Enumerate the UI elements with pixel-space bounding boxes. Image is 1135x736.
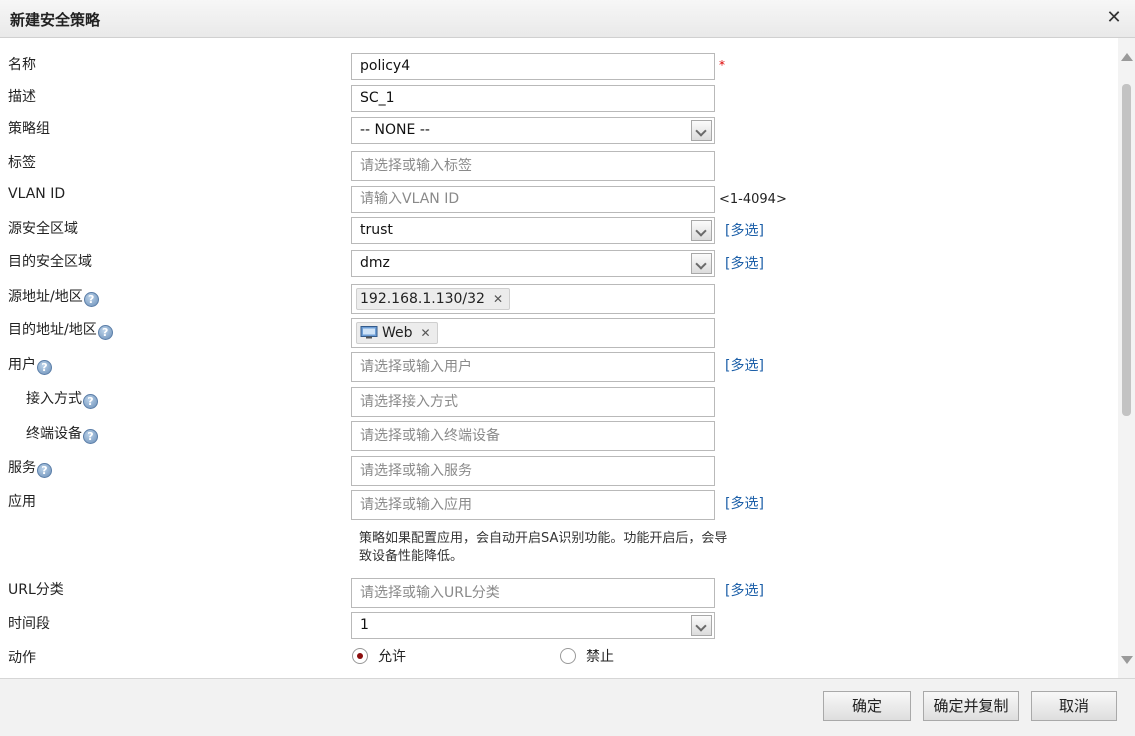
user-label-text: 用户 — [8, 357, 36, 373]
access-mode-label-text: 接入方式 — [26, 391, 82, 407]
src-zone-label: 源安全区域 — [8, 221, 78, 237]
action-deny-option[interactable]: 禁止 — [560, 646, 614, 665]
help-icon[interactable]: ? — [83, 429, 98, 444]
dst-zone-value: dmz — [360, 255, 390, 271]
user-input[interactable]: 请选择或输入用户 — [351, 352, 715, 382]
src-addr-label-text: 源地址/地区 — [8, 289, 83, 305]
time-range-value: 1 — [360, 617, 369, 633]
dst-zone-multi-select-link[interactable]: [多选] — [725, 253, 764, 273]
url-category-label: URL分类 — [8, 582, 64, 598]
url-category-multi-select-link[interactable]: [多选] — [725, 580, 764, 600]
name-label: 名称 — [8, 57, 36, 73]
help-icon[interactable]: ? — [37, 360, 52, 375]
chevron-down-icon[interactable] — [691, 120, 712, 141]
chevron-down-icon[interactable] — [691, 615, 712, 636]
service-input[interactable]: 请选择或输入服务 — [351, 456, 715, 486]
dst-addr-label: 目的地址/地区? — [8, 319, 113, 340]
form-content: 名称 policy4 * 描述 SC_1 策略组 -- NONE -- 标签 请… — [0, 38, 1118, 678]
remove-tag-icon[interactable]: ✕ — [421, 323, 431, 343]
dst-addr-tag-text: Web — [382, 325, 413, 341]
name-input[interactable]: policy4 — [351, 53, 715, 80]
policy-group-label: 策略组 — [8, 121, 50, 137]
chevron-down-icon[interactable] — [691, 253, 712, 274]
dst-addr-tag: Web ✕ — [356, 322, 438, 344]
dst-zone-label: 目的安全区域 — [8, 254, 92, 270]
application-input[interactable]: 请选择或输入应用 — [351, 490, 715, 520]
src-zone-select[interactable]: trust — [351, 217, 715, 244]
action-allow-option[interactable]: 允许 — [352, 646, 406, 665]
policy-group-select[interactable]: -- NONE -- — [351, 117, 715, 144]
scrollbar-thumb[interactable] — [1122, 84, 1131, 416]
src-addr-tag-text: 192.168.1.130/32 — [360, 291, 485, 307]
url-category-input[interactable]: 请选择或输入URL分类 — [351, 578, 715, 608]
help-icon[interactable]: ? — [83, 394, 98, 409]
deny-label: 禁止 — [586, 649, 614, 665]
allow-radio[interactable] — [352, 648, 368, 664]
src-addr-input[interactable]: 192.168.1.130/32 ✕ — [351, 284, 715, 314]
vertical-scrollbar[interactable] — [1118, 38, 1135, 678]
access-mode-label: 接入方式? — [26, 388, 98, 409]
ok-and-copy-button[interactable]: 确定并复制 — [923, 691, 1019, 721]
terminal-label: 终端设备? — [26, 423, 98, 444]
help-icon[interactable]: ? — [83, 292, 99, 307]
cancel-button[interactable]: 取消 — [1031, 691, 1117, 721]
user-multi-select-link[interactable]: [多选] — [725, 355, 764, 375]
src-addr-tag: 192.168.1.130/32 ✕ — [356, 288, 511, 310]
src-zone-multi-select-link[interactable]: [多选] — [725, 220, 764, 240]
required-mark: * — [719, 58, 725, 72]
dst-zone-select[interactable]: dmz — [351, 250, 715, 277]
action-label: 动作 — [8, 650, 36, 666]
vlan-label: VLAN ID — [8, 186, 66, 202]
time-range-label: 时间段 — [8, 616, 50, 632]
vlan-input[interactable]: 请输入VLAN ID — [351, 186, 715, 213]
ok-button[interactable]: 确定 — [823, 691, 911, 721]
terminal-input[interactable]: 请选择或输入终端设备 — [351, 421, 715, 451]
chevron-down-icon[interactable] — [691, 220, 712, 241]
dst-addr-input[interactable]: Web ✕ — [351, 318, 715, 348]
time-range-select[interactable]: 1 — [351, 612, 715, 639]
new-security-policy-dialog: 新建安全策略 ✕ 名称 policy4 * 描述 SC_1 策略组 -- NON… — [0, 0, 1135, 736]
access-mode-input[interactable]: 请选择接入方式 — [351, 387, 715, 417]
dst-addr-label-text: 目的地址/地区 — [8, 322, 97, 338]
terminal-label-text: 终端设备 — [26, 426, 82, 442]
tags-input[interactable]: 请选择或输入标签 — [351, 151, 715, 181]
scroll-up-arrow-icon[interactable] — [1121, 53, 1133, 61]
remove-tag-icon[interactable]: ✕ — [493, 289, 503, 309]
user-label: 用户? — [8, 354, 52, 375]
help-icon[interactable]: ? — [37, 463, 52, 478]
dialog-title: 新建安全策略 — [10, 11, 101, 29]
monitor-icon — [360, 326, 378, 339]
deny-radio[interactable] — [560, 648, 576, 664]
service-label: 服务? — [8, 457, 52, 478]
close-icon[interactable]: ✕ — [1105, 7, 1123, 29]
src-addr-label: 源地址/地区? — [8, 286, 99, 307]
application-note: 策略如果配置应用，会自动开启SA识别功能。功能开启后，会导致设备性能降低。 — [359, 531, 728, 564]
application-multi-select-link[interactable]: [多选] — [725, 493, 764, 513]
tags-label: 标签 — [8, 155, 36, 171]
src-zone-value: trust — [360, 222, 393, 238]
help-icon[interactable]: ? — [97, 325, 113, 340]
description-label: 描述 — [8, 89, 36, 105]
scroll-down-arrow-icon[interactable] — [1121, 656, 1133, 664]
application-label: 应用 — [8, 494, 36, 510]
policy-group-value: -- NONE -- — [360, 122, 430, 138]
service-label-text: 服务 — [8, 460, 36, 476]
vlan-range-hint: <1-4094> — [719, 192, 787, 207]
dialog-footer: 确定 确定并复制 取消 — [0, 678, 1135, 736]
description-input[interactable]: SC_1 — [351, 85, 715, 112]
dialog-titlebar: 新建安全策略 ✕ — [0, 0, 1135, 38]
allow-label: 允许 — [378, 649, 406, 665]
